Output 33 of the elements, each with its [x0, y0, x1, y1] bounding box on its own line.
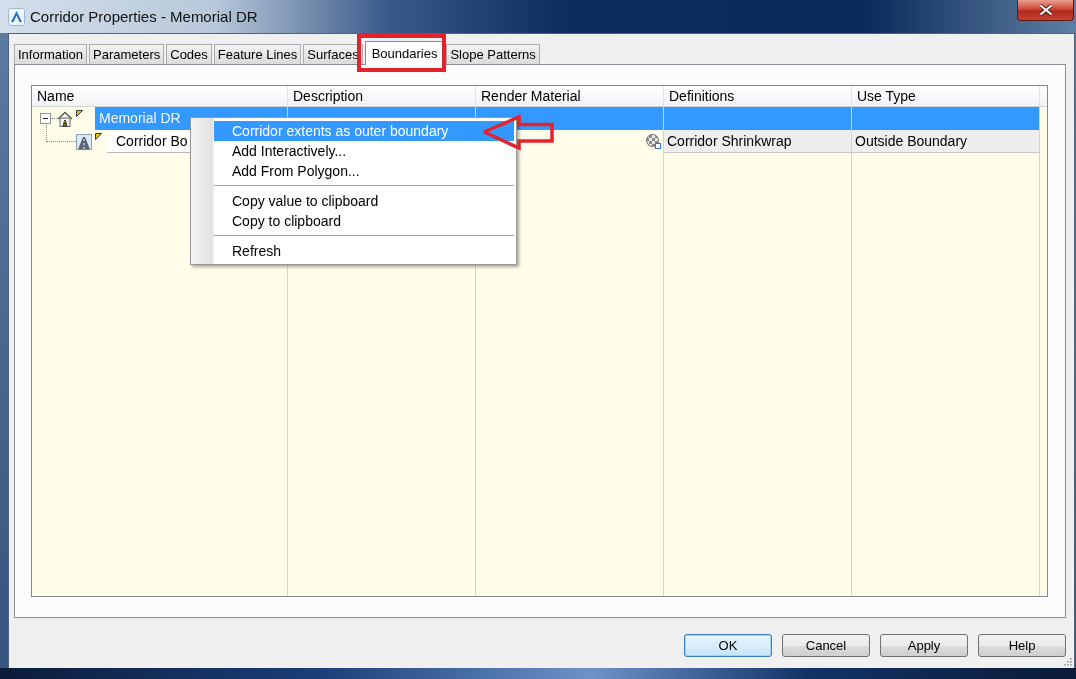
menu-item[interactable]: Copy value to clipboard	[214, 191, 514, 211]
close-button[interactable]	[1017, 0, 1074, 21]
menu-item[interactable]: Copy to clipboard	[214, 211, 514, 231]
table-cell: Corridor Shrinkwrap	[664, 130, 852, 153]
corner-marker-icon	[76, 110, 83, 117]
tab[interactable]: Feature Lines	[213, 44, 302, 64]
column-header: Render Material	[476, 86, 664, 106]
menu-item[interactable]: Add From Polygon...	[214, 161, 514, 181]
window-title: Corridor Properties - Memorial DR	[30, 8, 258, 26]
checkered-sphere-icon	[646, 134, 661, 149]
column-header: Use Type	[852, 86, 1040, 106]
dialog-button[interactable]: Cancel	[782, 634, 870, 657]
resize-grip-icon[interactable]	[1062, 656, 1072, 666]
dialog-button[interactable]: Apply	[880, 634, 968, 657]
table-cell: Outside Boundary	[852, 130, 1040, 153]
menu-item[interactable]: Refresh	[214, 241, 514, 261]
column-header: Description	[288, 86, 476, 106]
column-header: Definitions	[664, 86, 852, 106]
tab[interactable]: Parameters	[89, 44, 165, 64]
tab[interactable]: Information	[14, 44, 88, 64]
road-icon	[76, 133, 92, 150]
close-icon	[1037, 4, 1054, 16]
corner-marker-icon	[95, 133, 102, 140]
house-icon	[57, 110, 73, 127]
tab[interactable]: Codes	[166, 44, 212, 64]
dialog-button[interactable]: OK	[684, 634, 772, 657]
tab[interactable]: Surfaces	[303, 44, 363, 64]
tab[interactable]: Slope Patterns	[446, 44, 540, 64]
collapse-icon[interactable]	[40, 113, 51, 124]
column-header: Name	[32, 86, 288, 106]
tab[interactable]: Boundaries	[364, 41, 445, 65]
dialog-button[interactable]: Help	[978, 634, 1066, 657]
app-logo-icon	[8, 8, 25, 26]
